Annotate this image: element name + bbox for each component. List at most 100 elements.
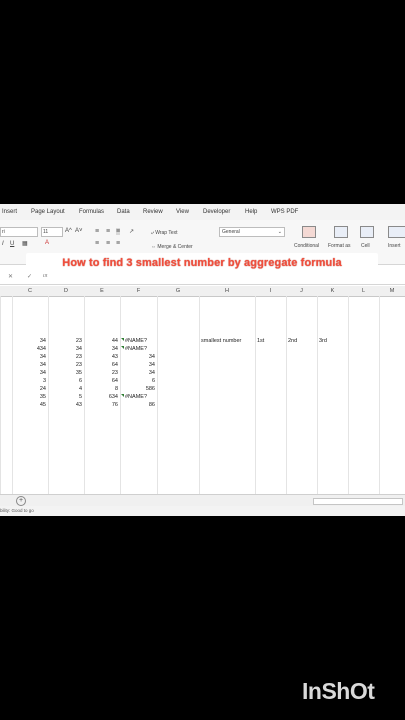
cell-f[interactable]: #NAME? (125, 346, 147, 352)
cell-f[interactable]: #NAME? (125, 338, 147, 344)
tab-view[interactable]: View (176, 209, 189, 215)
orientation-icon[interactable]: ↗ (129, 228, 134, 235)
cell-e[interactable]: 43 (84, 354, 118, 360)
cell-f[interactable]: 34 (120, 362, 155, 368)
gridline (348, 296, 349, 494)
horizontal-scrollbar[interactable] (313, 498, 403, 505)
cell-c[interactable]: 34 (12, 370, 46, 376)
cell-f[interactable]: 34 (120, 370, 155, 376)
cell-e[interactable]: 23 (84, 370, 118, 376)
tab-wps-pdf[interactable]: WPS PDF (271, 209, 298, 215)
conditional-formatting-icon[interactable] (302, 226, 316, 238)
cancel-icon[interactable]: ✕ (8, 273, 13, 280)
shrink-font-button[interactable]: A˅ (75, 228, 83, 234)
label-3rd[interactable]: 3rd (319, 338, 327, 344)
cell-d[interactable]: 35 (48, 370, 82, 376)
col-header-j[interactable]: J (286, 288, 317, 294)
error-indicator[interactable] (121, 346, 124, 349)
align-left-icon[interactable]: ≡ (95, 240, 99, 247)
grow-font-button[interactable]: A^ (65, 228, 72, 234)
error-indicator[interactable] (121, 338, 124, 341)
label-1st[interactable]: 1st (257, 338, 264, 344)
cell-styles-label[interactable]: Cell (361, 243, 370, 249)
underline-button[interactable]: U (10, 241, 14, 247)
tab-data[interactable]: Data (117, 209, 130, 215)
col-header-c[interactable]: C (12, 288, 48, 294)
cell-f[interactable]: 34 (120, 354, 155, 360)
format-as-table-label[interactable]: Format as (328, 243, 351, 249)
col-header-m[interactable]: M (379, 288, 405, 294)
cell-c[interactable]: 434 (12, 346, 46, 352)
tab-help[interactable]: Help (245, 209, 257, 215)
add-sheet-button[interactable]: + (16, 496, 26, 506)
confirm-icon[interactable]: ✓ (27, 273, 32, 280)
tab-formulas[interactable]: Formulas (79, 209, 104, 215)
cell-c[interactable]: 35 (12, 394, 46, 400)
col-header-e[interactable]: E (84, 288, 120, 294)
cell-e[interactable]: 64 (84, 378, 118, 384)
font-color-icon[interactable]: A (45, 240, 49, 246)
cell-d[interactable]: 43 (48, 402, 82, 408)
cell-e[interactable]: 634 (84, 394, 118, 400)
formula-input[interactable] (58, 273, 398, 281)
col-header-k[interactable]: K (317, 288, 348, 294)
col-header-d[interactable]: D (48, 288, 84, 294)
cell-c[interactable]: 24 (12, 386, 46, 392)
col-header-i[interactable]: I (255, 288, 286, 294)
font-size-select[interactable]: 11 (41, 227, 63, 237)
number-format-value: General (222, 229, 240, 235)
col-header-h[interactable]: H (199, 288, 255, 294)
col-header-l[interactable]: L (348, 288, 379, 294)
format-as-table-icon[interactable] (334, 226, 348, 238)
status-bar: bility: Good to go (0, 506, 405, 516)
error-indicator[interactable] (121, 394, 124, 397)
tab-insert[interactable]: Insert (2, 209, 17, 215)
cell-d[interactable]: 5 (48, 394, 82, 400)
cell-c[interactable]: 34 (12, 338, 46, 344)
cell-d[interactable]: 4 (48, 386, 82, 392)
video-title-banner: How to find 3 smallest number by aggrega… (26, 253, 378, 274)
merge-center-button[interactable]: ⇔ Merge & Center (151, 244, 193, 250)
insert-cells-label[interactable]: Insert (388, 243, 401, 249)
col-header-g[interactable]: G (157, 288, 199, 294)
cell-styles-icon[interactable] (360, 226, 374, 238)
align-bottom-icon[interactable]: ≡ (116, 228, 121, 235)
align-middle-icon[interactable]: ≡ (106, 228, 110, 235)
cell-d[interactable]: 6 (48, 378, 82, 384)
cell-e[interactable]: 64 (84, 362, 118, 368)
cell-d[interactable]: 23 (48, 354, 82, 360)
insert-cells-icon[interactable] (388, 226, 405, 238)
cell-c[interactable]: 34 (12, 362, 46, 368)
col-header-f[interactable]: F (120, 288, 157, 294)
cell-e[interactable]: 34 (84, 346, 118, 352)
cell-f[interactable]: #NAME? (125, 394, 147, 400)
chevron-down-icon: ⌄ (277, 229, 282, 235)
cell-c[interactable]: 45 (12, 402, 46, 408)
cell-f[interactable]: 6 (120, 378, 155, 384)
font-name-select[interactable]: ri (0, 227, 38, 237)
align-right-icon[interactable]: ≡ (116, 240, 120, 247)
number-format-select[interactable]: General ⌄ (219, 227, 285, 237)
tab-developer[interactable]: Developer (203, 209, 230, 215)
cell-d[interactable]: 23 (48, 362, 82, 368)
wrap-text-button[interactable]: ⤶ Wrap Text (151, 230, 178, 236)
tab-page-layout[interactable]: Page Layout (31, 209, 65, 215)
cell-e[interactable]: 44 (84, 338, 118, 344)
cell-f[interactable]: 86 (120, 402, 155, 408)
cell-e[interactable]: 76 (84, 402, 118, 408)
cell-d[interactable]: 34 (48, 346, 82, 352)
cell-f[interactable]: 586 (120, 386, 155, 392)
cell-d[interactable]: 23 (48, 338, 82, 344)
cell-grid[interactable]: 34 23 44 #NAME? smallest number 1st 2nd … (0, 296, 405, 494)
cell-c[interactable]: 34 (12, 354, 46, 360)
tab-review[interactable]: Review (143, 209, 163, 215)
italic-button[interactable]: I (2, 241, 4, 247)
borders-icon[interactable]: ▦ (22, 240, 28, 247)
conditional-formatting-label[interactable]: Conditional (294, 243, 319, 249)
align-top-icon[interactable]: ≡ (95, 228, 99, 235)
label-smallest-number[interactable]: smallest number (201, 338, 241, 344)
align-center-icon[interactable]: ≡ (106, 240, 110, 247)
cell-e[interactable]: 8 (84, 386, 118, 392)
cell-c[interactable]: 3 (12, 378, 46, 384)
label-2nd[interactable]: 2nd (288, 338, 297, 344)
